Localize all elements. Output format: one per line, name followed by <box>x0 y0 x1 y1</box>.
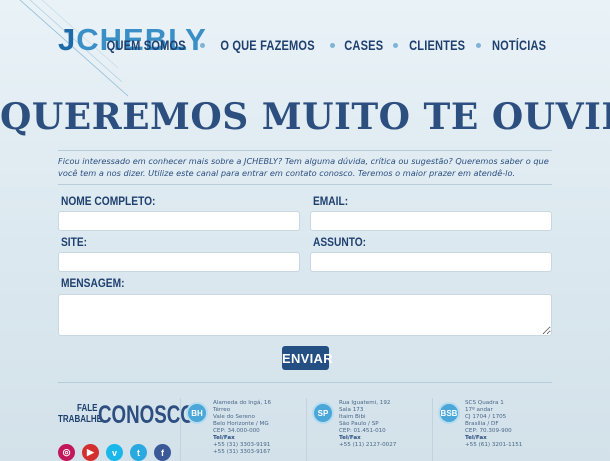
site-label: SITE: <box>61 235 88 249</box>
subject-field[interactable] <box>310 252 552 272</box>
footer-divider <box>432 398 433 461</box>
nav-o-que-fazemos[interactable]: O QUE FAZEMOS <box>220 38 314 53</box>
main-nav: QUEM SOMOS O QUE FAZEMOS CASES CLIENTES … <box>98 38 552 53</box>
divider <box>58 184 552 185</box>
email-label: EMAIL: <box>313 194 349 208</box>
site-field[interactable] <box>58 252 300 272</box>
office-badge-sp: SP <box>312 402 334 424</box>
office-address: SCS Quadra 1 17º andar CJ 1704 / 1705 Br… <box>465 400 523 448</box>
send-button[interactable]: ENVIAR <box>282 346 333 370</box>
footer-fale: FALE <box>77 403 98 414</box>
nav-separator-dot <box>330 43 336 48</box>
page-title: QUEREMOS MUITO TE OUVIR <box>0 96 610 138</box>
nav-clientes[interactable]: CLIENTES <box>409 38 465 53</box>
email-field[interactable] <box>310 211 552 231</box>
nav-cases[interactable]: CASES <box>344 38 383 53</box>
vimeo-icon[interactable]: v <box>106 444 123 461</box>
office-badge-bsb: BSB <box>438 402 460 424</box>
youtube-icon[interactable]: ▶ <box>82 444 99 461</box>
instagram-icon[interactable]: ◎ <box>58 444 75 461</box>
nav-separator-dot <box>475 43 481 48</box>
nav-separator-dot <box>392 43 398 48</box>
logo-letter-j: J <box>58 22 77 57</box>
office-badge-bh: BH <box>186 402 208 424</box>
name-field[interactable] <box>58 211 300 231</box>
nav-separator-dot <box>199 43 205 48</box>
subject-label: ASSUNTO: <box>313 235 367 249</box>
divider <box>58 382 552 383</box>
message-label: MENSAGEM: <box>61 276 125 290</box>
nav-quem-somos[interactable]: QUEM SOMOS <box>107 38 186 53</box>
divider <box>58 150 552 151</box>
message-field[interactable] <box>58 294 552 336</box>
footer-trabalhe: TRABALHE <box>58 414 102 425</box>
facebook-icon[interactable]: f <box>154 444 171 461</box>
social-links: ◎ ▶ v t f <box>58 444 178 461</box>
office-address: Alameda do Ingá, 16 Térreo Vale do Seren… <box>213 400 272 455</box>
intro-text: Ficou interessado em conhecer mais sobre… <box>58 156 549 178</box>
footer-divider <box>306 398 307 461</box>
office-address: Rua Iguatemi, 192 Sala 173 Itaim Bibi Sã… <box>339 400 397 448</box>
twitter-icon[interactable]: t <box>130 444 147 461</box>
name-label: NOME COMPLETO: <box>61 194 156 208</box>
nav-noticias[interactable]: NOTÍCIAS <box>492 38 546 53</box>
footer-divider <box>180 398 181 461</box>
